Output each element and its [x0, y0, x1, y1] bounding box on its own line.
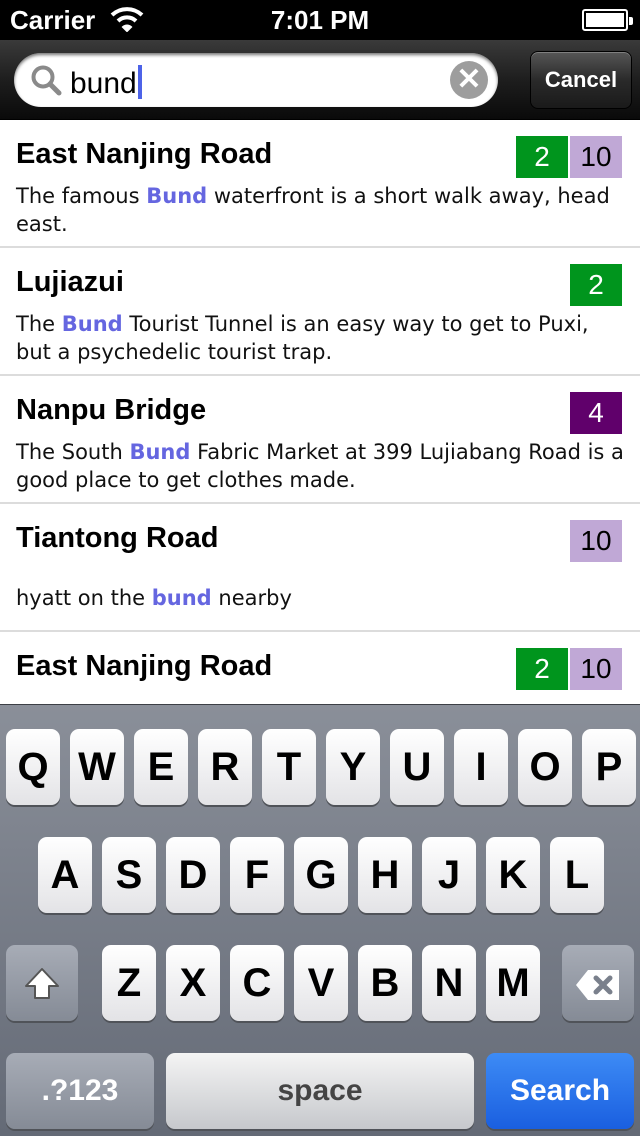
key-z[interactable]: Z	[102, 945, 156, 1021]
line-badge: 2	[516, 136, 568, 178]
key-e[interactable]: E	[134, 729, 188, 805]
search-match-highlight: Bund	[61, 312, 123, 336]
description-text: hyatt on the	[16, 586, 152, 610]
results-list: East Nanjing Road 2 10 The famous Bund wate…	[0, 120, 640, 704]
result-row[interactable]: Lujiazui 2 The Bund Tourist Tunnel is an e…	[0, 248, 640, 376]
cancel-button[interactable]: Cancel	[530, 51, 632, 109]
search-match-highlight: Bund	[129, 440, 191, 464]
line-badge: 10	[570, 136, 622, 178]
station-name: East Nanjing Road	[16, 138, 273, 170]
description-text: The famous	[16, 184, 147, 208]
key-g[interactable]: G	[294, 837, 348, 913]
search-match-highlight: Bund	[146, 184, 208, 208]
shift-key[interactable]	[6, 945, 78, 1021]
line-badges: 2	[570, 264, 622, 306]
key-l[interactable]: L	[550, 837, 604, 913]
numbers-key[interactable]: .?123	[6, 1053, 154, 1129]
keyboard: Q W E R T Y U I O P A S D F G H J K L Z X C V B N M .?123 space Sear…	[0, 704, 640, 1136]
line-badges: 10	[570, 520, 622, 562]
shift-arrow-icon	[22, 961, 62, 1005]
key-b[interactable]: B	[358, 945, 412, 1021]
key-w[interactable]: W	[70, 729, 124, 805]
key-a[interactable]: A	[38, 837, 92, 913]
key-f[interactable]: F	[230, 837, 284, 913]
battery-icon	[582, 9, 633, 31]
station-name: Lujiazui	[16, 266, 124, 298]
search-bar: bund ✕ Cancel	[0, 40, 640, 120]
result-row[interactable]: Tiantong Road 10 hyatt on the bund nearby	[0, 504, 640, 632]
delete-key[interactable]	[562, 945, 634, 1021]
line-badge: 2	[516, 648, 568, 690]
clock: 7:01 PM	[270, 5, 370, 35]
key-u[interactable]: U	[390, 729, 444, 805]
key-y[interactable]: Y	[326, 729, 380, 805]
station-name: Nanpu Bridge	[16, 394, 207, 426]
key-i[interactable]: I	[454, 729, 508, 805]
search-icon	[30, 64, 62, 101]
key-h[interactable]: H	[358, 837, 412, 913]
backspace-icon	[574, 961, 622, 1005]
search-match-highlight: bund	[151, 586, 212, 610]
line-badges: 2 10	[516, 648, 622, 690]
key-t[interactable]: T	[262, 729, 316, 805]
status-bar: Carrier 7:01 PM	[0, 0, 640, 40]
line-badges: 2 10	[516, 136, 622, 178]
search-key[interactable]: Search	[486, 1053, 634, 1129]
key-v[interactable]: V	[294, 945, 348, 1021]
text-caret	[137, 65, 142, 99]
key-c[interactable]: C	[230, 945, 284, 1021]
key-s[interactable]: S	[102, 837, 156, 913]
description-text: nearby	[211, 586, 292, 610]
clear-icon[interactable]: ✕	[450, 61, 488, 99]
search-query: bund	[70, 67, 137, 100]
key-d[interactable]: D	[166, 837, 220, 913]
result-description: hyatt on the bund nearby	[16, 584, 624, 612]
description-text: The South	[16, 440, 130, 464]
station-name: East Nanjing Road	[16, 650, 273, 682]
result-row[interactable]: East Nanjing Road 2 10	[0, 632, 640, 704]
description-text: The	[16, 312, 62, 336]
key-q[interactable]: Q	[6, 729, 60, 805]
station-name: Tiantong Road	[16, 522, 219, 554]
key-x[interactable]: X	[166, 945, 220, 1021]
key-n[interactable]: N	[422, 945, 476, 1021]
result-description: The South Bund Fabric Market at 399 Luji…	[16, 438, 624, 494]
result-row[interactable]: Nanpu Bridge 4 The South Bund Fabric Marke…	[0, 376, 640, 504]
line-badge: 2	[570, 264, 622, 306]
key-m[interactable]: M	[486, 945, 540, 1021]
line-badges: 4	[570, 392, 622, 434]
line-badge: 4	[570, 392, 622, 434]
key-k[interactable]: K	[486, 837, 540, 913]
key-p[interactable]: P	[582, 729, 636, 805]
result-description: The famous Bund waterfront is a short wa…	[16, 182, 624, 238]
space-key[interactable]: space	[166, 1053, 474, 1129]
key-r[interactable]: R	[198, 729, 252, 805]
search-input[interactable]: bund ✕	[14, 53, 498, 107]
key-o[interactable]: O	[518, 729, 572, 805]
line-badge: 10	[570, 520, 622, 562]
result-row[interactable]: East Nanjing Road 2 10 The famous Bund wate…	[0, 120, 640, 248]
result-description: The Bund Tourist Tunnel is an easy way t…	[16, 310, 624, 366]
key-j[interactable]: J	[422, 837, 476, 913]
line-badge: 10	[570, 648, 622, 690]
